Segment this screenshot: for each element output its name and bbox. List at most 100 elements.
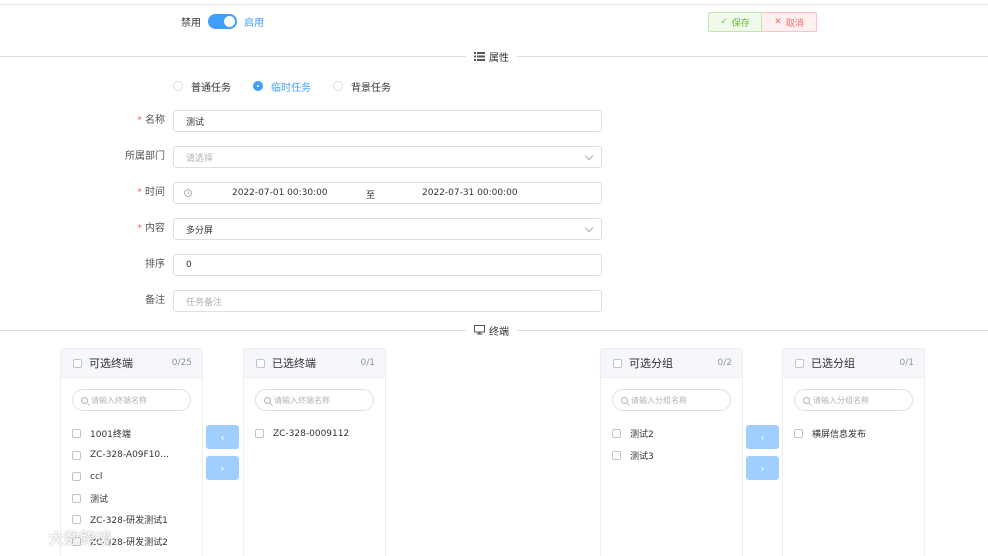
move-right-button[interactable]: › [206,456,239,480]
terminal-list: ZC-328-0009112 [244,423,385,445]
save-label: 保存 [731,18,750,29]
cancel-button[interactable]: ✕ 取消 [762,12,817,32]
remark-label-text: 备注 [145,295,165,306]
chevron-left-icon: ‹ [760,430,765,444]
properties-heading: 属性 [466,49,517,64]
terminal-search-input[interactable]: 请输入终端名称 [72,389,191,411]
content-label: * 内容 [65,218,165,240]
department-placeholder: 请选择 [186,153,214,164]
disabled-label[interactable]: 禁用 [181,14,201,29]
selected-terminals-panel: 已选终端 0/1 请输入终端名称 ZC-328-0009112 [243,348,386,556]
cancel-label: 取消 [785,18,804,29]
item-checkbox[interactable] [72,493,81,503]
group-move-left-button[interactable]: ‹ [746,425,779,449]
item-checkbox[interactable] [794,429,803,439]
end-time[interactable]: 2022-07-31 00:00:00 [422,188,518,198]
group-list: 横屏信息发布 [783,423,924,445]
monitor-icon [474,325,485,335]
radio-circle [173,81,183,91]
required-mark: * [137,223,142,234]
top-border [0,4,988,5]
select-all-checkbox[interactable] [73,358,82,368]
item-label: 测试3 [630,451,654,462]
list-item[interactable]: 1001终端 [61,423,202,445]
start-time[interactable]: 2022-07-01 00:30:00 [232,188,328,198]
terminals-heading: 终端 [466,323,517,338]
list-item[interactable]: ZC-328-A09F10… [61,445,202,467]
clock-icon [184,189,192,197]
name-input[interactable]: 测试 [173,110,602,132]
panel-title: 已选分组 [811,357,855,370]
group-move-right-button[interactable]: › [746,456,779,480]
radio-label: 临时任务 [271,82,311,94]
item-checkbox[interactable] [612,450,621,460]
close-icon: ✕ [774,17,782,27]
panel-title: 可选分组 [629,357,673,370]
item-checkbox[interactable] [612,429,621,439]
chevron-right-icon: › [220,461,225,475]
search-icon [264,396,271,404]
item-checkbox[interactable] [72,515,81,525]
chevron-down-icon [584,151,594,161]
list-item[interactable]: ccl [61,466,202,488]
remark-input[interactable]: 任务备注 [173,290,602,312]
radio-circle [253,81,263,91]
order-value: 0 [186,260,192,270]
status-switch[interactable] [208,13,237,29]
panel-header: 可选终端 0/25 [61,349,202,378]
radio-background-task[interactable]: 背景任务 [333,79,391,94]
order-input[interactable]: 0 [173,254,602,276]
item-checkbox[interactable] [72,429,81,439]
panel-count: 0/1 [360,358,375,368]
watermark-logo-icon [9,530,43,546]
department-label-text: 所属部门 [125,151,165,162]
move-left-button[interactable]: ‹ [206,425,239,449]
select-all-checkbox[interactable] [795,358,804,368]
item-checkbox[interactable] [255,429,264,439]
terminal-search-input[interactable]: 请输入终端名称 [255,389,374,411]
item-label: 1001终端 [90,430,131,441]
terminals-title: 终端 [489,326,509,338]
panel-count: 0/1 [899,358,914,368]
list-item[interactable]: 测试 [61,488,202,510]
content-select[interactable]: 多分屏 [173,218,602,240]
item-label: ccl [90,471,103,482]
time-range-picker[interactable]: 2022-07-01 00:30:00 至 2022-07-31 00:00:0… [173,182,602,204]
properties-title: 属性 [489,52,509,64]
list-icon [474,51,485,61]
required-mark: * [137,187,142,198]
group-list: 测试2 测试3 [601,423,742,466]
list-item[interactable]: 测试2 [601,423,742,445]
radio-temporary-task[interactable]: 临时任务 [253,79,311,94]
item-checkbox[interactable] [72,450,81,460]
panel-title: 可选终端 [89,357,133,370]
order-label: 排序 [65,254,165,276]
group-search-input[interactable]: 请输入分组名称 [612,389,731,411]
panel-count: 0/25 [171,358,192,368]
radio-label: 背景任务 [351,82,391,94]
panel-header: 已选分组 0/1 [783,349,924,378]
radio-normal-task[interactable]: 普通任务 [173,79,231,94]
item-checkbox[interactable] [72,472,81,482]
task-type-radios: 普通任务 临时任务 背景任务 [173,78,413,94]
department-select[interactable]: 请选择 [173,146,602,168]
time-label: * 时间 [65,182,165,204]
content-value: 多分屏 [186,225,214,236]
list-item[interactable]: 测试3 [601,445,742,467]
group-search-input[interactable]: 请输入分组名称 [794,389,913,411]
save-button[interactable]: ✓ 保存 [708,12,762,32]
search-icon [803,396,810,404]
search-placeholder: 请输入终端名称 [91,395,147,405]
search-icon [81,396,88,404]
select-all-checkbox[interactable] [256,358,265,368]
enabled-label[interactable]: 启用 [244,14,264,29]
item-label: 测试 [90,494,109,505]
list-item[interactable]: 横屏信息发布 [783,423,924,445]
panel-title: 已选终端 [272,357,316,370]
chevron-right-icon: › [760,461,765,475]
select-all-checkbox[interactable] [613,358,622,368]
remark-placeholder: 任务备注 [186,297,223,308]
chevron-down-icon [584,223,594,233]
search-placeholder: 请输入分组名称 [813,395,869,405]
list-item[interactable]: ZC-328-0009112 [244,423,385,445]
